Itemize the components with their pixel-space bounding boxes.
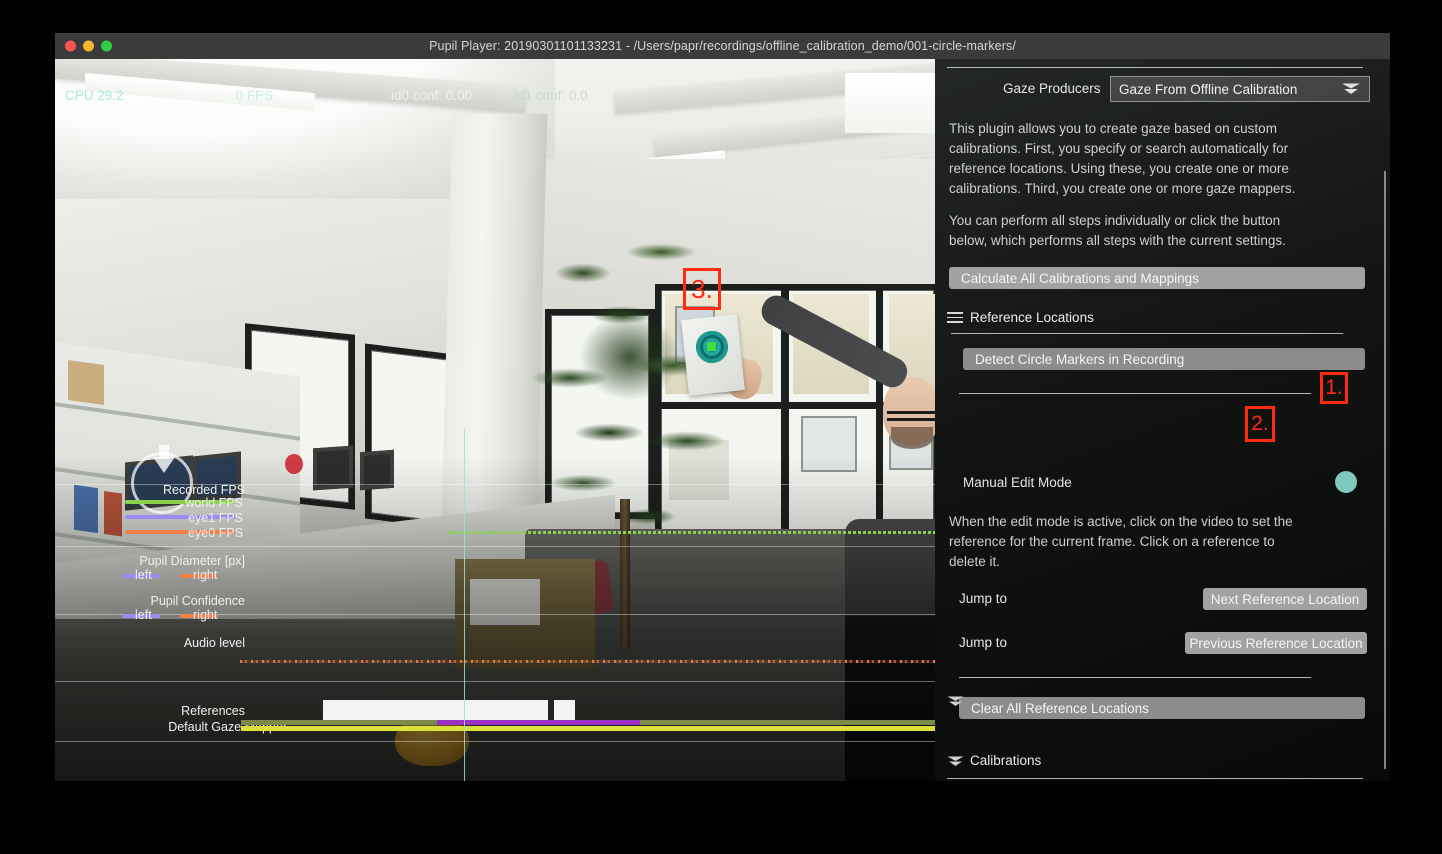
calibrations-title: Calibrations <box>970 753 1042 768</box>
video-hud-overlay: CPU 29.2 0 FPS id0 conf: 0.00 id1 conf: … <box>65 85 925 105</box>
panel-scrollbar[interactable] <box>1384 171 1386 769</box>
gaze-producers-select[interactable]: Gaze From Offline Calibration <box>1110 76 1370 102</box>
close-button[interactable] <box>65 40 76 52</box>
timeline-rows <box>55 429 935 742</box>
world-fps-trace <box>448 531 935 534</box>
manual-edit-mode-toggle[interactable] <box>1335 471 1357 493</box>
legend-label-confidence-right: right <box>193 608 218 622</box>
screenshot-root: Pupil Player: 20190301101133231 - /Users… <box>0 0 1442 854</box>
edit-mode-help-text: When the edit mode is active, click on t… <box>949 514 1293 569</box>
legend-label-confidence-left: left <box>135 608 152 622</box>
world-video-view[interactable]: CPU 29.2 0 FPS id0 conf: 0.00 id1 conf: … <box>55 59 935 781</box>
calibrations-collapse-icon[interactable] <box>947 696 964 707</box>
timeline-title-audio-level: Audio level <box>183 636 245 650</box>
reference-locations-menu-icon[interactable] <box>947 312 963 323</box>
hud-fps-text: 0 FPS <box>235 87 274 103</box>
minimize-button[interactable] <box>83 40 94 52</box>
legend-label-eye0-fps: eye0 FPS <box>188 526 243 540</box>
window-titlebar: Pupil Player: 20190301101133231 - /Users… <box>55 33 1390 59</box>
window-title: Pupil Player: 20190301101133231 - /Users… <box>429 39 1016 53</box>
jump-to-label-next: Jump to <box>959 591 1008 606</box>
timeline-title-pupil-diameter: Pupil Diameter [px] <box>139 554 245 568</box>
zoom-button[interactable] <box>101 40 112 52</box>
calculate-all-button[interactable]: Calculate All Calibrations and Mappings <box>949 267 1365 289</box>
legend-label-eye1-fps: eye1 FPS <box>188 511 243 525</box>
plugin-description-2: You can perform all steps individually o… <box>949 213 1286 248</box>
timeline-title-recorded-fps: Recorded FPS <box>163 483 245 497</box>
window-content: CPU 29.2 0 FPS id0 conf: 0.00 id1 conf: … <box>55 59 1390 781</box>
window-controls <box>65 40 112 52</box>
legend-label-world-fps: world FPS <box>185 496 243 510</box>
circle-marker-center-dot <box>707 342 716 351</box>
hud-cpu-text: CPU 29.2 <box>65 87 124 103</box>
annotation-3: 3. <box>683 268 721 310</box>
reference-locations-title: Reference Locations <box>970 310 1094 325</box>
detect-circle-markers-button[interactable]: Detect Circle Markers in Recording <box>963 348 1365 370</box>
next-reference-location-button[interactable]: Next Reference Location <box>1203 588 1367 610</box>
plugin-description-1: This plugin allows you to create gaze ba… <box>949 121 1296 196</box>
scene-person-glasses <box>887 411 935 421</box>
chevron-down-icon <box>1342 83 1360 94</box>
legend-label-diameter-left: left <box>135 568 152 582</box>
previous-reference-location-button[interactable]: Previous Reference Location <box>1185 632 1367 654</box>
playhead-line <box>464 429 465 781</box>
calibration-range-bar <box>437 720 640 725</box>
gaze-data-bar <box>241 726 935 731</box>
hud-eye1-confidence: id1 conf: 0.0 <box>514 87 588 103</box>
jump-to-label-previous: Jump to <box>959 635 1008 650</box>
timeline-title-references: References <box>181 704 245 718</box>
pupil-player-window: Pupil Player: 20190301101133231 - /Users… <box>55 33 1390 781</box>
gaze-producers-label: Gaze Producers <box>1003 81 1101 96</box>
annotation-2: 2. <box>1245 406 1275 442</box>
offline-calibration-panel: Gaze Producers Gaze From Offline Calibra… <box>935 59 1390 781</box>
calibrations-chevron-icon[interactable] <box>947 756 964 767</box>
reference-block[interactable] <box>323 700 548 721</box>
legend-label-diameter-right: right <box>193 568 218 582</box>
hud-eye0-confidence: id0 conf: 0.00 <box>391 87 473 103</box>
annotation-1: 1. <box>1320 372 1348 404</box>
clear-all-reference-locations-button[interactable]: Clear All Reference Locations <box>959 697 1365 719</box>
audio-level-trace <box>240 660 935 663</box>
gaze-producers-value: Gaze From Offline Calibration <box>1119 81 1298 97</box>
manual-edit-mode-label: Manual Edit Mode <box>963 475 1072 490</box>
timeline-title-pupil-confidence: Pupil Confidence <box>150 594 245 608</box>
reference-block[interactable] <box>554 700 575 721</box>
